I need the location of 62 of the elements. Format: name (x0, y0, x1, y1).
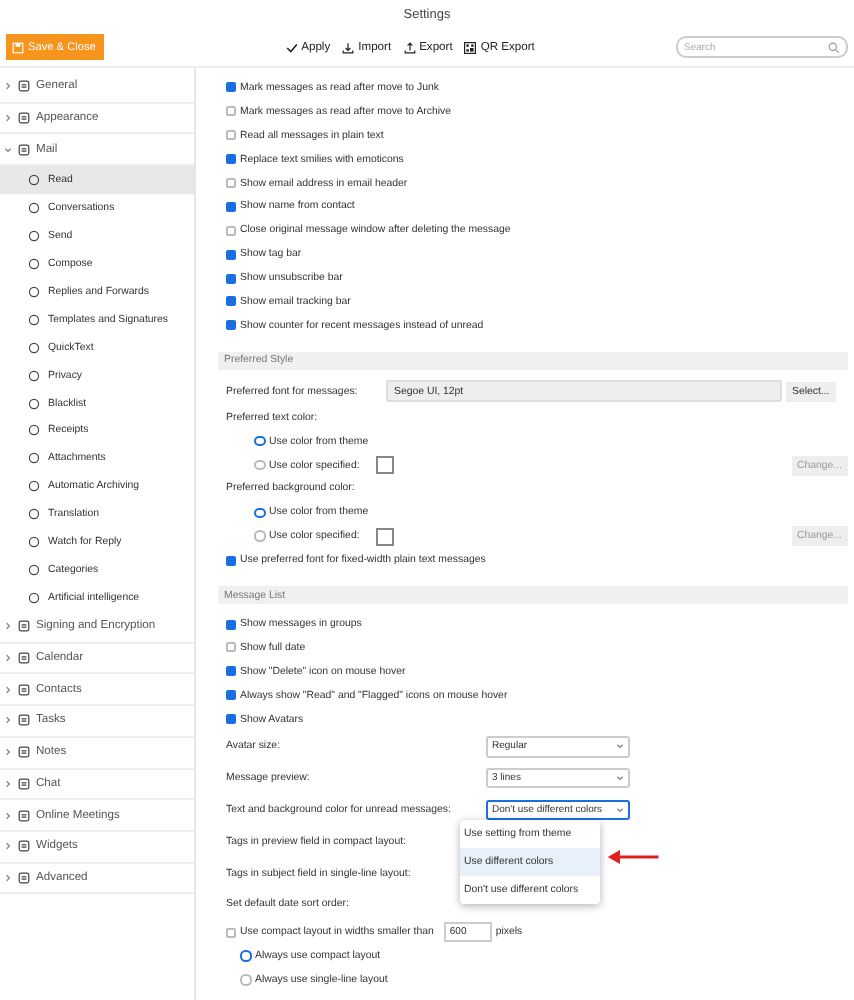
square-icon (18, 652, 30, 665)
radio-button[interactable] (254, 435, 265, 447)
arrow-icon (606, 850, 662, 865)
color-swatch[interactable] (375, 527, 394, 546)
checkbox[interactable] (226, 225, 236, 236)
circle-icon (28, 341, 40, 354)
checkbox[interactable] (226, 201, 236, 212)
square-icon (18, 112, 30, 125)
square-icon (18, 620, 30, 633)
checkbox[interactable] (226, 690, 236, 701)
radio-button[interactable] (254, 530, 265, 542)
checkbox[interactable] (226, 82, 236, 93)
circle-icon (28, 313, 40, 326)
check-icon (285, 41, 298, 53)
square-icon (18, 714, 30, 727)
circle-icon (28, 592, 40, 605)
caret-icon (616, 806, 624, 815)
checkbox[interactable] (226, 555, 236, 566)
checkbox[interactable] (226, 273, 236, 284)
circle-icon (28, 397, 40, 410)
checkbox[interactable] (226, 619, 236, 630)
square-icon (18, 777, 30, 790)
radio-button[interactable] (254, 459, 265, 471)
circle-icon (28, 174, 40, 187)
checkbox[interactable] (226, 178, 236, 188)
checkbox[interactable] (226, 106, 236, 117)
color-swatch[interactable] (375, 456, 394, 475)
checkbox[interactable] (226, 320, 236, 331)
circle-icon (28, 424, 40, 437)
circle-icon (28, 229, 40, 242)
checkbox[interactable] (226, 296, 236, 307)
radio-button[interactable] (240, 974, 251, 986)
square-icon (18, 80, 30, 93)
checkbox[interactable] (226, 714, 236, 725)
checkbox[interactable] (226, 642, 236, 653)
checkbox[interactable] (226, 666, 236, 677)
save-icon (12, 41, 24, 53)
square-icon (18, 143, 30, 156)
square-icon (18, 871, 30, 884)
download-icon (342, 41, 355, 53)
upload-icon (403, 41, 416, 53)
radio-button[interactable] (254, 507, 265, 519)
square-icon (18, 840, 30, 853)
circle-icon (28, 369, 40, 382)
square-icon (18, 746, 30, 759)
checkbox[interactable] (226, 154, 236, 165)
square-icon (18, 683, 30, 696)
radio-button[interactable] (240, 950, 251, 962)
square-icon (18, 809, 30, 822)
circle-icon (28, 257, 40, 270)
circle-icon (28, 508, 40, 521)
circle-icon (28, 480, 40, 493)
checkbox[interactable] (226, 130, 236, 141)
checkbox[interactable] (226, 249, 236, 260)
checkbox[interactable] (226, 927, 236, 938)
circle-icon (28, 452, 40, 465)
qr-code-icon (464, 41, 477, 53)
circle-icon (28, 285, 40, 298)
circle-icon (28, 536, 40, 549)
search-icon (828, 41, 840, 53)
circle-icon (28, 564, 40, 577)
circle-icon (28, 201, 40, 214)
